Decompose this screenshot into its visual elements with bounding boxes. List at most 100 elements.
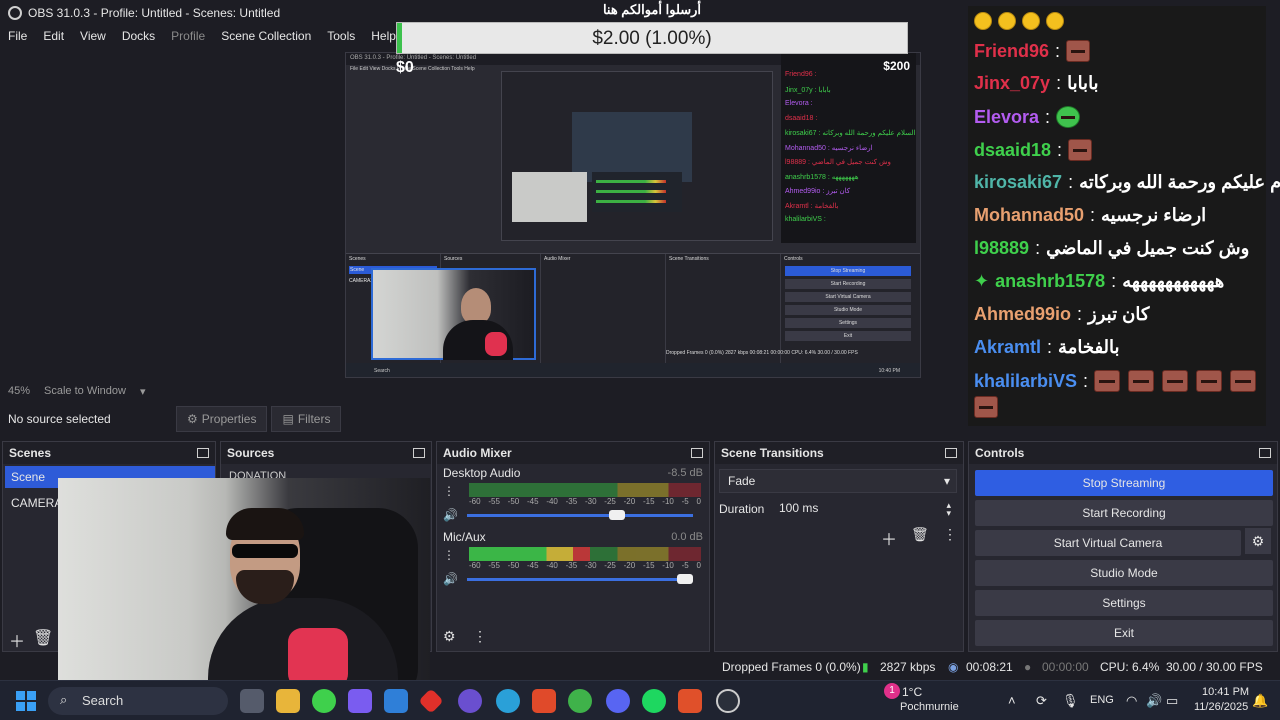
chat-username: Elevora [974,106,1040,127]
speaker-icon[interactable]: 🔊 [443,572,458,586]
speaker-icon[interactable]: 🔊 [443,508,458,522]
more-icon[interactable]: ⋮ [473,628,487,645]
weather-temp[interactable]: 1°C [902,685,922,699]
zoom-bar: 45% Scale to Window ▾ [0,382,968,400]
mini-panel-title: Sources [444,256,463,262]
chat-username: Jinx_07y [974,73,1051,93]
mini-chat-line: Jinx_07y : بابابا [785,86,831,94]
sync-icon[interactable]: ⟳ [1036,693,1047,709]
store-icon[interactable] [384,689,408,713]
menu-scene-collection[interactable]: Scene Collection [213,26,319,46]
app-icon[interactable] [568,689,592,713]
volume-slider[interactable] [467,574,693,584]
chat-separator: : [1045,106,1051,127]
transition-select[interactable]: Fade ▾ [719,469,957,493]
battery-icon[interactable]: ▭ [1166,693,1178,709]
laugh-emote-icon [1046,12,1064,30]
scale-tick: -35 [565,497,578,506]
spotify-icon[interactable] [642,689,666,713]
chevron-up-icon[interactable]: ˄ [1008,693,1016,708]
language[interactable]: ENG [1090,694,1114,706]
task-view-icon[interactable] [240,689,264,713]
more-icon[interactable]: ⋮ [443,548,455,562]
chat-emote-icon [1068,139,1093,161]
gear-icon[interactable]: ⚙ [1245,528,1271,554]
obs-logo-icon [8,6,22,20]
volume-slider[interactable] [467,510,693,520]
start-virtual-camera-button[interactable]: Start Virtual Camera [975,530,1241,556]
file-explorer-icon[interactable] [276,689,300,713]
controls-dock: Controls Stop Streaming Start Recording … [968,441,1278,652]
mini-chat-line: l98889 : وش كنت جميل في الماضي [785,159,891,166]
add-icon[interactable]: ＋ [9,628,25,652]
badge-icon: ✦ [974,271,990,291]
copilot-icon[interactable] [348,689,372,713]
brave-icon[interactable] [532,689,556,713]
scale-tick: -45 [526,561,539,570]
undock-icon[interactable] [197,448,209,458]
mini-control: Exit [785,331,911,341]
undock-icon[interactable] [1259,448,1271,458]
edge-icon[interactable] [496,689,520,713]
microphone-icon[interactable]: 🎙 [1062,693,1079,709]
more-icon[interactable]: ⋮ [943,526,957,543]
goal-right: $200 [883,59,910,73]
exit-button[interactable]: Exit [975,620,1273,646]
spin-icon[interactable]: ▴ ▾ [946,501,951,518]
menu-docks[interactable]: Docks [114,26,163,46]
start-recording-button[interactable]: Start Recording [975,500,1273,526]
menu-file[interactable]: File [0,26,35,46]
fps: 30.00 / 30.00 FPS [1166,660,1263,674]
properties-button[interactable]: ⚙ Properties [176,406,268,432]
taskbar-search[interactable]: ⌕ Search [48,687,228,715]
menu-profile[interactable]: Profile [163,26,213,46]
scale-tick: -40 [546,561,558,570]
chat-text: وش كنت جميل في الماضي [1046,238,1250,258]
anydesk-icon[interactable] [418,688,444,714]
stop-streaming-button[interactable]: Stop Streaming [975,470,1273,496]
zoom-mode[interactable]: Scale to Window [44,385,126,397]
chat-separator: : [1068,172,1074,192]
windows-start-icon[interactable] [16,691,36,711]
weather-place[interactable]: Pochmurnie [900,701,959,713]
add-icon[interactable]: ＋ [881,526,897,550]
messenger-icon[interactable] [458,689,482,713]
undock-icon[interactable] [945,448,957,458]
zoom-level[interactable]: 45% [8,385,30,397]
clock-time[interactable]: 10:41 PM [1202,686,1249,698]
scale-tick: -55 [488,497,500,506]
undock-icon[interactable] [413,448,425,458]
xbox-icon[interactable] [312,689,336,713]
chat-text: بالفخامة [1058,337,1120,357]
scale-tick: -10 [662,497,674,506]
preview-screen-capture: OBS 31.0.3 - Profile: Untitled - Scenes:… [345,52,921,378]
speaker-icon[interactable]: 🔊 [1146,693,1162,709]
chevron-down-icon[interactable]: ▾ [140,385,146,398]
obs-studio-icon[interactable] [716,689,740,713]
discord-icon[interactable] [606,689,630,713]
obs-app-icon[interactable] [678,689,702,713]
trash-icon[interactable]: 🗑 [33,628,53,648]
menu-view[interactable]: View [72,26,114,46]
duration-input[interactable]: 100 ms ▴ ▾ [771,497,957,521]
chat-emote-icon [1230,370,1257,392]
menu-tools[interactable]: Tools [319,26,363,46]
notification-icon[interactable]: 🔔 [1252,693,1268,709]
mini-search: Search [374,368,390,374]
scale-tick: -15 [642,561,655,570]
chat-message: kirosaki67:السلام عليكم ورحمة الله وبركا… [974,172,1280,193]
gear-icon[interactable]: ⚙ [443,628,456,645]
taskbar: ⌕ Search 1 1°C Pochmurnie ˄ ⟳ 🎙 ENG ◠ 🔊 ▭… [0,680,1280,720]
clock-date[interactable]: 11/26/2025 [1194,701,1248,713]
chat-username: khalilarbiVS [974,370,1078,391]
settings-button[interactable]: Settings [975,590,1273,616]
menu-edit[interactable]: Edit [35,26,72,46]
wifi-icon[interactable]: ◠ [1126,693,1137,709]
undock-icon[interactable] [691,448,703,458]
filters-button[interactable]: ▤ Filters [271,406,342,432]
trash-icon[interactable]: 🗑 [911,526,929,543]
studio-mode-button[interactable]: Studio Mode [975,560,1273,586]
chat-message: Jinx_07y: بابابا [974,73,1099,94]
more-icon[interactable]: ⋮ [443,484,455,498]
scale-tick: -45 [526,497,539,506]
